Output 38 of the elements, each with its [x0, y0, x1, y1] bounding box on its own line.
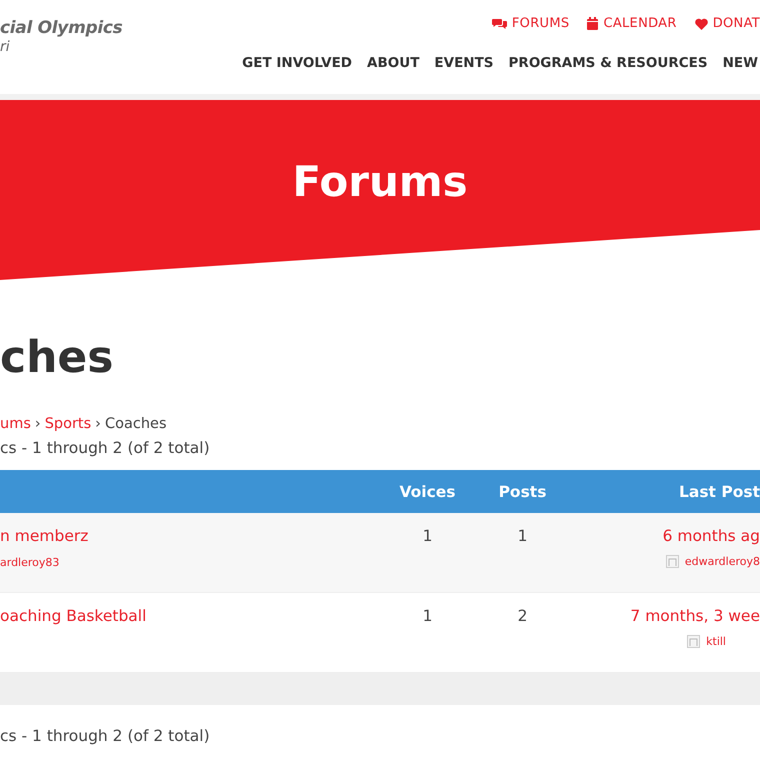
nav-link[interactable]: EVENTS [434, 55, 494, 71]
voices-count: 1 [422, 606, 434, 627]
top-link[interactable]: DONAT [694, 16, 760, 31]
nav-link[interactable]: PROGRAMS & RESOURCES [508, 55, 708, 71]
last-author-link[interactable]: edwardleroy8 [684, 555, 760, 568]
breadcrumb-current: Coaches [104, 416, 167, 432]
forum-title: ches [0, 331, 114, 385]
breadcrumb-separator: › [95, 416, 101, 432]
banner-title: Forums [292, 157, 468, 206]
chat-bubbles-icon [492, 18, 507, 30]
last-post-link[interactable]: 7 months, 3 wee [630, 607, 760, 625]
nav-link[interactable]: NEW [722, 55, 758, 71]
nav-link[interactable]: ABOUT [367, 55, 420, 71]
topic-count: cs - 1 through 2 (of 2 total) [0, 439, 210, 457]
nav-link[interactable]: GET INVOLVED [242, 55, 352, 71]
calendar-icon [587, 17, 598, 30]
column-header: Voices [398, 482, 457, 500]
logo-subtext: ri [0, 39, 11, 55]
heart-icon [694, 18, 708, 30]
topic-link[interactable]: n memberz [0, 527, 88, 545]
topic-count: cs - 1 through 2 (of 2 total) [0, 727, 210, 745]
posts-count: 2 [516, 606, 528, 627]
top-link[interactable]: CALENDAR [587, 16, 677, 31]
avatar-icon [666, 555, 679, 568]
topic-starter-link[interactable]: ardleroy83 [0, 556, 60, 569]
voices-count: 1 [422, 526, 434, 547]
column-header: Last Post [678, 482, 760, 500]
column-header: Posts [498, 482, 548, 500]
last-author-link[interactable]: ktill [706, 635, 726, 648]
topic-link[interactable]: oaching Basketball [0, 607, 146, 625]
breadcrumb-link[interactable]: ums [0, 416, 31, 432]
avatar-icon [687, 635, 700, 648]
top-link[interactable]: FORUMS [492, 16, 570, 31]
breadcrumb-separator: › [34, 416, 41, 432]
breadcrumb-link[interactable]: Sports [44, 416, 92, 432]
last-post-link[interactable]: 6 months ag [662, 527, 760, 545]
logo-text[interactable]: cial Olympics [0, 18, 122, 38]
posts-count: 1 [516, 526, 528, 547]
